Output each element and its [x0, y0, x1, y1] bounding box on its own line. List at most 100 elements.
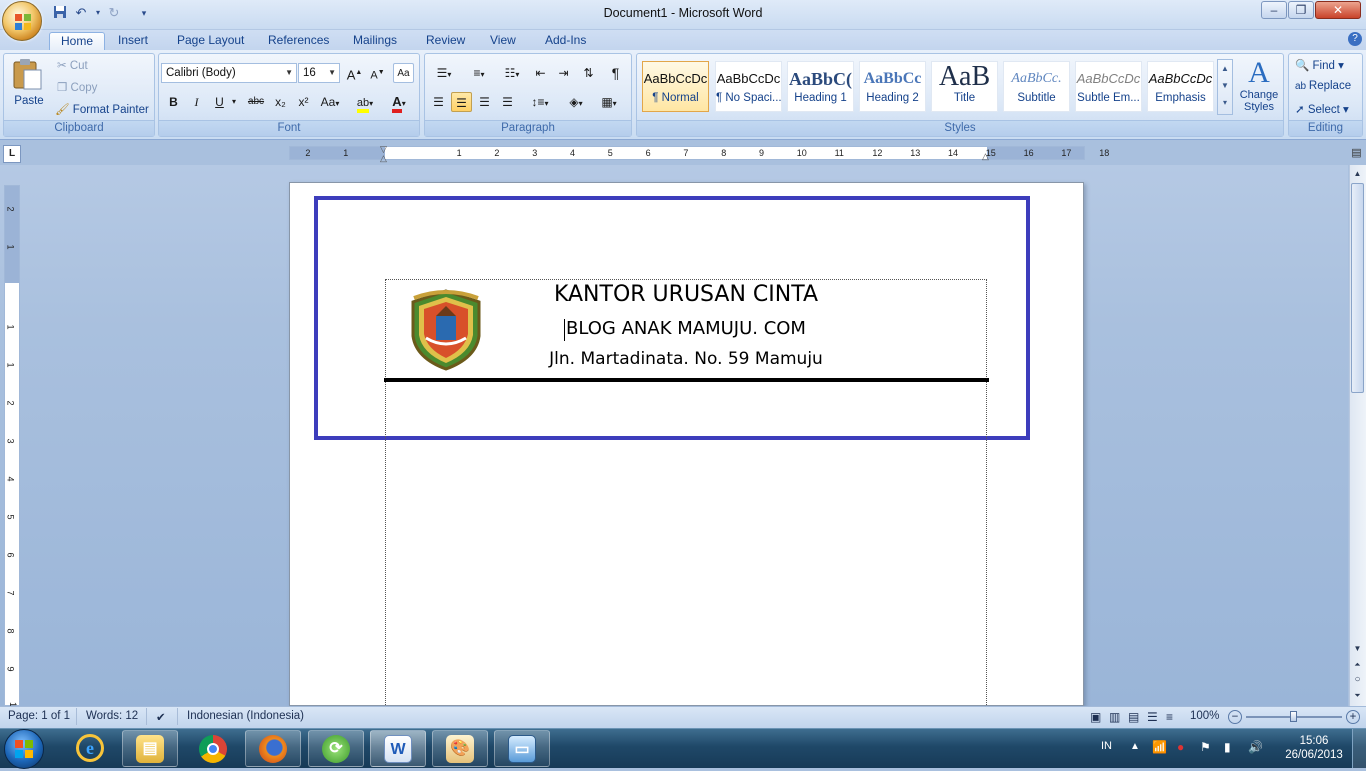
font-family-select[interactable]: Calibri (Body) ▼ [161, 63, 297, 83]
tab-home[interactable]: Home [49, 32, 106, 51]
style-emphasis[interactable]: AaBbCcDc Emphasis [1147, 61, 1214, 112]
volume-icon[interactable]: 🔊 [1248, 740, 1263, 754]
justify-button[interactable]: ☰ [497, 92, 518, 112]
word-count[interactable]: Words: 12 [86, 710, 138, 722]
outline-view-icon[interactable]: ☰ [1147, 710, 1158, 724]
font-size-select[interactable]: 16 ▼ [298, 63, 340, 83]
underline-button[interactable]: U [209, 92, 230, 112]
font-color-button[interactable]: A▾ [384, 92, 414, 113]
internet-explorer-icon[interactable]: e [72, 731, 108, 767]
tab-view[interactable]: View [479, 32, 527, 51]
scrollbar-thumb[interactable] [1351, 183, 1364, 393]
copy-button[interactable]: ❐ Copy [57, 80, 97, 94]
show-formatting-button[interactable]: ¶ [605, 63, 626, 83]
paint-icon[interactable]: 🎨 [432, 730, 488, 767]
screen-app-icon[interactable]: ▭ [494, 730, 550, 767]
subscript-button[interactable]: x₂ [270, 92, 291, 112]
scroll-down-icon[interactable]: ▼ [1349, 642, 1366, 656]
bold-button[interactable]: B [163, 92, 184, 112]
align-right-button[interactable]: ☰ [474, 92, 495, 112]
web-layout-icon[interactable]: ▤ [1128, 710, 1139, 724]
clock[interactable]: 15:06 26/06/2013 [1284, 734, 1344, 762]
replace-button[interactable]: ab Replace [1295, 80, 1351, 92]
close-button[interactable]: ✕ [1315, 1, 1361, 19]
sort-button[interactable]: ⇅ [578, 63, 599, 83]
proofing-icon[interactable]: ✔ [156, 710, 166, 724]
previous-page-icon[interactable]: ⏶ [1349, 658, 1366, 672]
numbering-button[interactable]: ≡▾ [463, 63, 495, 83]
language-indicator[interactable]: Indonesian (Indonesia) [187, 710, 304, 722]
clear-formatting-button[interactable]: Aa [393, 63, 414, 83]
print-layout-view-icon[interactable]: ▣ [1090, 710, 1101, 724]
scroll-up-icon[interactable]: ▲ [1349, 167, 1366, 181]
strikethrough-button[interactable]: abc [244, 92, 268, 112]
full-screen-reading-icon[interactable]: ▥ [1109, 710, 1120, 724]
change-case-button[interactable]: Aa▾ [317, 92, 343, 112]
tab-review[interactable]: Review [415, 32, 476, 51]
zoom-out-button[interactable]: − [1228, 710, 1242, 724]
style-heading-2[interactable]: AaBbCc Heading 2 [859, 61, 926, 112]
change-styles-button[interactable]: A Change Styles [1237, 57, 1281, 119]
multilevel-list-button[interactable]: ☷▾ [497, 63, 527, 83]
next-page-icon[interactable]: ⏷ [1349, 689, 1366, 703]
zoom-slider-thumb[interactable] [1290, 711, 1297, 722]
select-button[interactable]: ➚ Select ▾ [1295, 102, 1349, 116]
select-browse-object-icon[interactable]: ○ [1349, 673, 1366, 687]
minimize-button[interactable]: – [1261, 1, 1287, 19]
show-hidden-icons[interactable]: ▲ [1130, 741, 1140, 752]
superscript-button[interactable]: x² [293, 92, 314, 112]
office-name-text[interactable]: KANTOR URUSAN CINTA [480, 282, 892, 307]
battery-icon[interactable]: ▮ [1224, 740, 1231, 754]
network-icon[interactable]: 📶 [1152, 740, 1167, 754]
blog-name-text[interactable]: BLOG ANAK MAMUJU. COM [480, 318, 892, 339]
right-indent-marker[interactable]: △ [982, 151, 989, 162]
tab-mailings[interactable]: Mailings [342, 32, 408, 51]
input-language-indicator[interactable]: IN [1101, 740, 1112, 752]
shrink-font-button[interactable]: A▼ [367, 63, 388, 83]
underline-dropdown-icon[interactable]: ▾ [229, 92, 239, 112]
zoom-in-button[interactable]: + [1346, 710, 1360, 724]
styles-scroll[interactable]: ▲ ▼ ▾ [1217, 59, 1233, 115]
decrease-indent-button[interactable]: ⇤ [530, 63, 551, 83]
format-painter-button[interactable]: 🖌 Format Painter [55, 102, 149, 116]
paste-button[interactable]: Paste [10, 57, 48, 115]
help-icon[interactable]: ? [1348, 32, 1362, 46]
tab-add-ins[interactable]: Add-Ins [534, 32, 597, 51]
style-no-spacing[interactable]: AaBbCcDc ¶ No Spaci... [715, 61, 782, 112]
tab-references[interactable]: References [257, 32, 340, 51]
show-desktop-button[interactable] [1352, 729, 1366, 768]
align-center-button[interactable]: ☰ [451, 92, 472, 112]
style-subtle-emphasis[interactable]: AaBbCcDc Subtle Em... [1075, 61, 1142, 112]
style-heading-1[interactable]: AaBbC(Heading 1 [787, 61, 854, 112]
maximize-button[interactable]: ❐ [1288, 1, 1314, 19]
media-app-icon[interactable]: ⟳ [308, 730, 364, 767]
horizontal-ruler[interactable]: 2 1 1 2 3 4 5 6 7 8 9 10 11 12 13 14 15 16 17 18 ▽ △ △ [289, 144, 1109, 163]
highlight-button[interactable]: ab▾ [350, 92, 380, 113]
zoom-level[interactable]: 100% [1190, 710, 1219, 722]
word-taskbar-icon[interactable]: W [370, 730, 426, 767]
style-title[interactable]: AaB Title [931, 61, 998, 112]
tab-insert[interactable]: Insert [107, 32, 159, 51]
action-center-icon[interactable]: ⚑ [1200, 740, 1211, 754]
chrome-icon[interactable] [195, 731, 231, 767]
security-icon[interactable]: ● [1177, 740, 1184, 754]
borders-button[interactable]: ▦▾ [594, 92, 624, 112]
style-normal[interactable]: AaBbCcDc ¶ Normal [642, 61, 709, 112]
find-button[interactable]: 🔍 Find ▾ [1295, 58, 1344, 72]
start-button[interactable] [4, 729, 44, 769]
address-text[interactable]: Jln. Martadinata. No. 59 Mamuju [480, 349, 892, 369]
tab-page-layout[interactable]: Page Layout [166, 32, 255, 51]
firefox-icon[interactable] [245, 730, 301, 767]
line-spacing-button[interactable]: ↕≡▾ [525, 92, 555, 112]
bullets-button[interactable]: ☰▾ [428, 63, 460, 83]
vertical-ruler[interactable]: 2111234567891011 [4, 185, 20, 750]
draft-view-icon[interactable]: ≡ [1166, 710, 1173, 724]
italic-button[interactable]: I [186, 92, 207, 112]
align-left-button[interactable]: ☰ [428, 92, 449, 112]
cut-button[interactable]: ✂ Cut [57, 58, 88, 72]
shading-button[interactable]: ◈▾ [561, 92, 591, 112]
increase-indent-button[interactable]: ⇥ [553, 63, 574, 83]
hanging-indent-marker[interactable]: △ [380, 153, 387, 164]
grow-font-button[interactable]: A▲ [344, 63, 365, 83]
view-ruler-icon[interactable]: ▤ [1349, 146, 1364, 161]
